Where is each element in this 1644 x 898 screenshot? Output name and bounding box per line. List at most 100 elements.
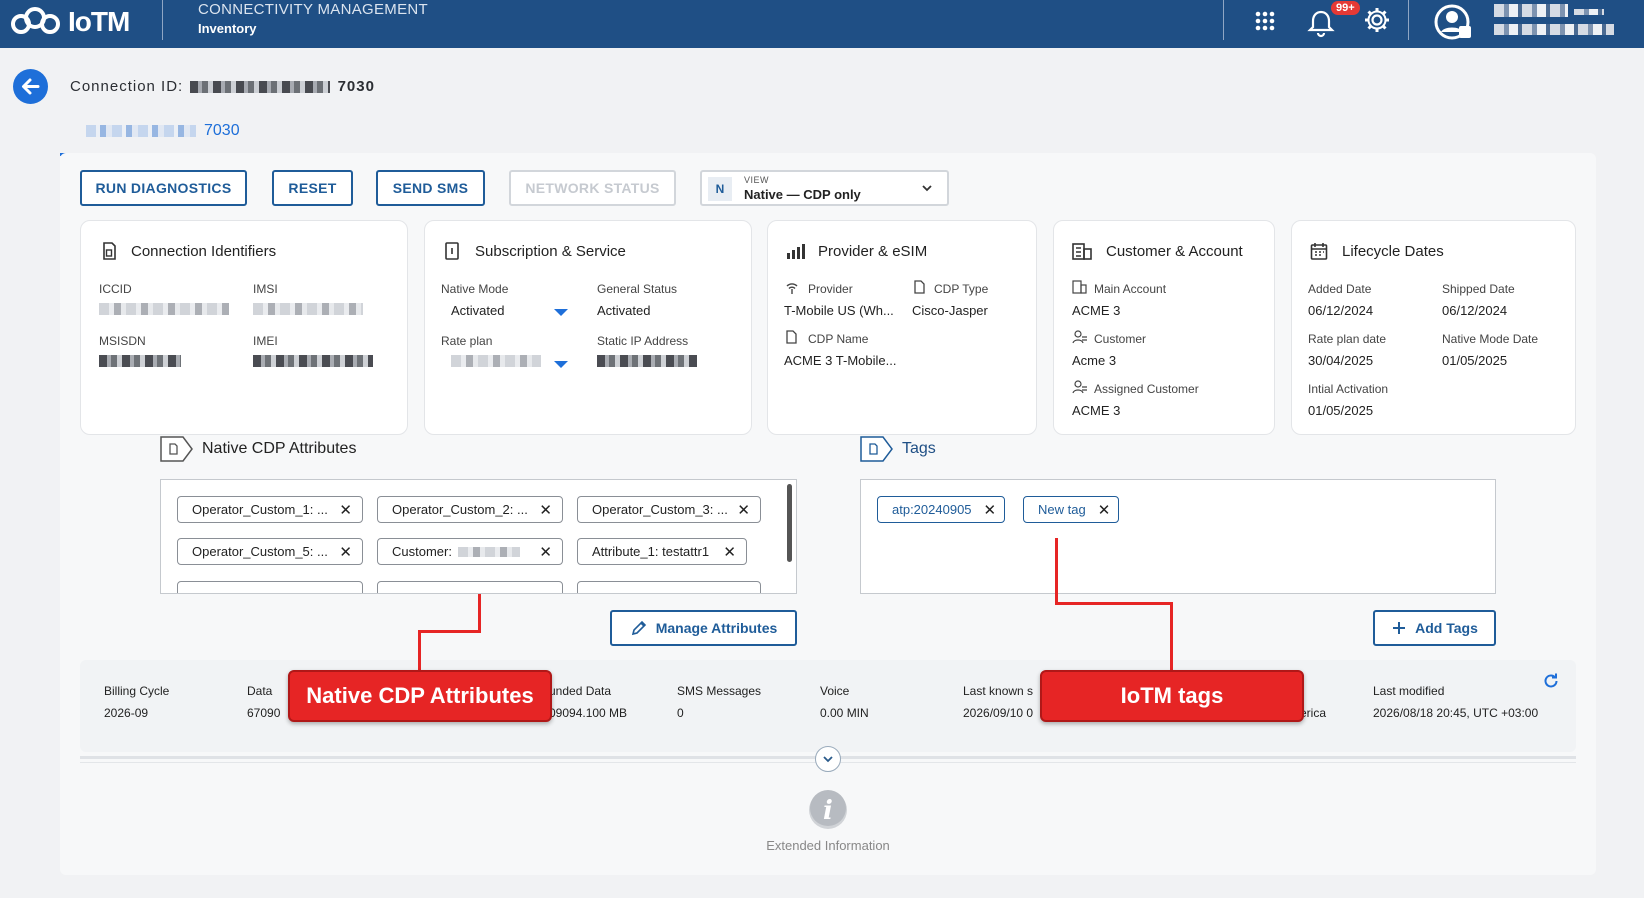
- top-bar: IoTM CONNECTIVITY MANAGEMENT Inventory 9…: [0, 0, 1644, 48]
- attribute-chip-label: Operator_Custom_2: ...: [392, 502, 528, 517]
- attribute-chip[interactable]: Operator_Custom_1: ... ✕: [177, 496, 363, 523]
- static-ip-label: Static IP Address: [597, 334, 689, 348]
- cloud-logo-icon: [11, 7, 60, 34]
- annotation-connector: [1055, 538, 1058, 604]
- attribute-chip[interactable]: Operator_Custom_3: ... ✕: [577, 496, 761, 523]
- msisdn-label: MSISDN: [99, 334, 146, 348]
- attribute-chip-label: Operator_Custom_1: ...: [192, 502, 328, 517]
- rate-plan-date-label: Rate plan date: [1308, 332, 1387, 346]
- tab-label-redacted: [86, 125, 196, 137]
- attribute-chip-partial[interactable]: [377, 581, 563, 593]
- last-modified-value: 2026/08/18 20:45, UTC +03:00: [1373, 706, 1539, 720]
- apps-grid-icon[interactable]: [1250, 6, 1280, 36]
- close-icon[interactable]: ✕: [339, 501, 352, 519]
- msisdn-value-redacted: [99, 355, 181, 367]
- attributes-list[interactable]: Operator_Custom_1: ... ✕ Operator_Custom_…: [160, 479, 797, 594]
- imei-label: IMEI: [253, 334, 278, 348]
- bell-icon[interactable]: [1306, 8, 1336, 38]
- iccid-value-redacted: [99, 303, 229, 315]
- annotation-iotm-tags: IoTM tags: [1040, 670, 1304, 722]
- extended-information-label[interactable]: Extended Information: [700, 838, 956, 853]
- antenna-icon: [786, 283, 798, 294]
- card-title: Connection Identifiers: [131, 243, 277, 260]
- refresh-icon[interactable]: [1542, 672, 1560, 690]
- customer-value-redacted: [457, 546, 520, 557]
- imei-value-redacted: [253, 355, 373, 367]
- section-subtitle[interactable]: Inventory: [198, 21, 257, 36]
- attribute-chip[interactable]: Attribute_1: testattr1 ✕: [577, 538, 747, 565]
- annotation-connector: [478, 594, 481, 632]
- divider: [1408, 0, 1409, 40]
- main-account-label: Main Account: [1094, 282, 1167, 296]
- card-title: Lifecycle Dates: [1342, 243, 1444, 260]
- close-icon[interactable]: ✕: [737, 501, 750, 519]
- connection-id: Connection ID: 7030: [70, 78, 375, 95]
- building-icon: [1072, 243, 1092, 260]
- plus-icon: [1393, 622, 1406, 634]
- reset-button[interactable]: RESET: [272, 170, 353, 206]
- card-lifecycle-dates: Lifecycle Dates Added Date 06/12/2024 Sh…: [1291, 220, 1576, 435]
- connection-id-suffix: 7030: [337, 78, 375, 95]
- added-date-value: 06/12/2024: [1308, 303, 1374, 318]
- voice-value: 0.00 MIN: [820, 706, 869, 720]
- sms-messages-value: 0: [677, 706, 684, 720]
- native-mode-value[interactable]: Activated: [451, 303, 504, 318]
- arrow-left-icon: [22, 78, 40, 95]
- connection-id-redacted: [190, 81, 331, 94]
- annotation-native-cdp-attributes: Native CDP Attributes: [288, 670, 552, 722]
- card-title: Provider & eSIM: [818, 243, 928, 260]
- data-value: 67090: [247, 706, 281, 720]
- gear-icon[interactable]: [1362, 5, 1392, 35]
- native-mode-dropdown-icon[interactable]: [554, 309, 568, 316]
- add-tags-button[interactable]: Add Tags: [1373, 610, 1496, 646]
- main-account-value: ACME 3: [1072, 303, 1121, 318]
- tab-connection[interactable]: 7030: [60, 110, 283, 156]
- scrollbar[interactable]: [787, 484, 792, 562]
- close-icon[interactable]: ✕: [339, 543, 352, 561]
- logo-text: IoTM: [68, 6, 130, 37]
- native-cdp-attributes-title: Native CDP Attributes: [202, 440, 357, 457]
- close-icon[interactable]: ✕: [539, 543, 552, 561]
- voice-label: Voice: [820, 684, 850, 698]
- customer-label: Customer: [1094, 332, 1147, 346]
- native-mode-date-label: Native Mode Date: [1442, 332, 1539, 346]
- user-avatar-icon[interactable]: [1434, 2, 1474, 42]
- card-provider-esim: Provider & eSIM Provider T-Mobile US (Wh…: [767, 220, 1037, 435]
- back-button[interactable]: [13, 69, 48, 104]
- expand-button[interactable]: [815, 746, 841, 772]
- view-select[interactable]: N VIEW Native — CDP only: [700, 170, 949, 206]
- annotation-connector: [1170, 602, 1173, 672]
- native-mode-label: Native Mode: [441, 282, 509, 296]
- attribute-chip-partial[interactable]: [177, 581, 363, 593]
- attribute-chip-label: Operator_Custom_5: ...: [192, 544, 328, 559]
- close-icon[interactable]: ✕: [723, 543, 736, 561]
- manage-attributes-button[interactable]: Manage Attributes: [610, 610, 797, 646]
- last-modified-label: Last modified: [1373, 684, 1445, 698]
- static-ip-value-redacted: [597, 355, 697, 367]
- building-icon: [1072, 280, 1087, 294]
- send-sms-button[interactable]: SEND SMS: [376, 170, 485, 206]
- info-icon[interactable]: i: [808, 788, 848, 832]
- chevron-down-icon: [823, 756, 833, 763]
- close-icon[interactable]: ✕: [1098, 501, 1111, 519]
- tags-list[interactable]: atp:20240905 ✕ New tag ✕: [860, 479, 1496, 594]
- card-customer-account: Customer & Account Main Account ACME 3 C…: [1053, 220, 1275, 435]
- rate-plan-dropdown-icon[interactable]: [554, 361, 568, 368]
- shipped-date-label: Shipped Date: [1442, 282, 1515, 296]
- tag-chip[interactable]: atp:20240905 ✕: [877, 496, 1006, 523]
- add-tags-label: Add Tags: [1415, 620, 1478, 636]
- close-icon[interactable]: ✕: [984, 501, 997, 519]
- attribute-chip[interactable]: Operator_Custom_2: ... ✕: [377, 496, 563, 523]
- iotm-logo[interactable]: IoTM: [9, 6, 130, 38]
- attribute-chip-partial[interactable]: [577, 581, 761, 593]
- general-status-label: General Status: [597, 282, 678, 296]
- close-icon[interactable]: ✕: [539, 501, 552, 519]
- sim-card-icon: [914, 280, 925, 294]
- tag-chip[interactable]: New tag ✕: [1023, 496, 1120, 523]
- attribute-chip[interactable]: Customer: ✕: [377, 538, 563, 565]
- network-status-button[interactable]: NETWORK STATUS: [509, 170, 676, 206]
- rate-plan-value-redacted[interactable]: [451, 355, 541, 367]
- billing-cycle-value: 2026-09: [104, 706, 149, 720]
- run-diagnostics-button[interactable]: RUN DIAGNOSTICS: [80, 170, 247, 206]
- attribute-chip[interactable]: Operator_Custom_5: ... ✕: [177, 538, 363, 565]
